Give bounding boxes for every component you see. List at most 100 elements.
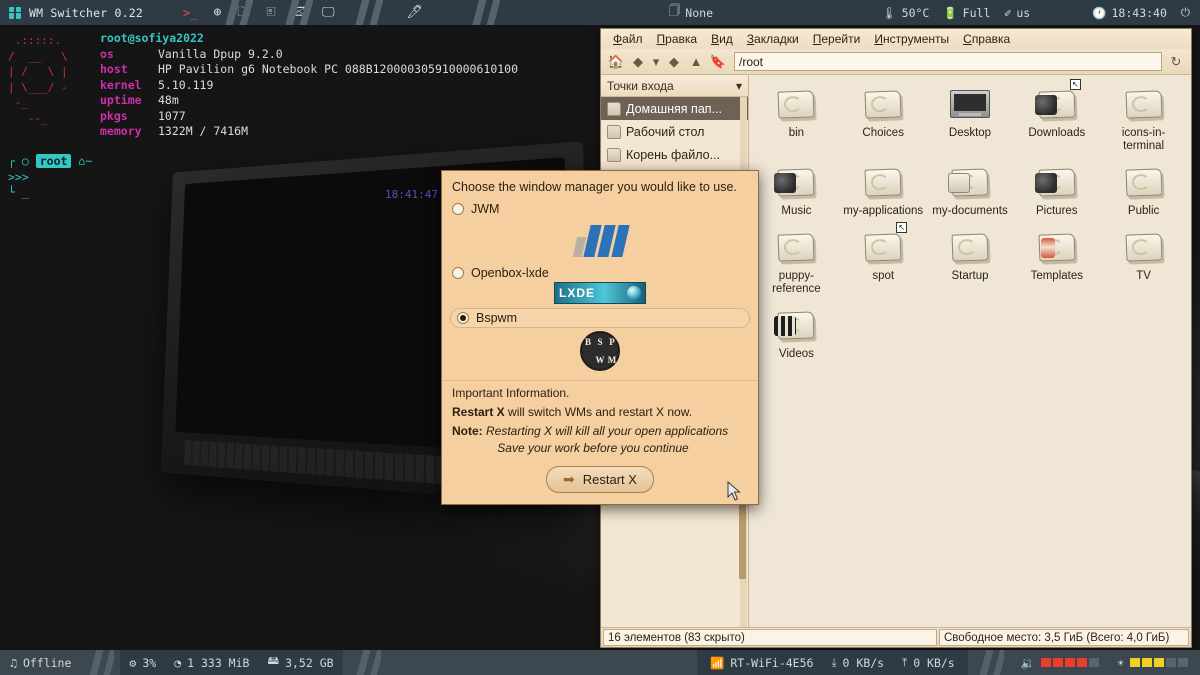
reload-icon[interactable]: ↻ bbox=[1165, 51, 1187, 73]
power-button[interactable]: ⏻ bbox=[1174, 0, 1200, 25]
files-launcher-icon[interactable]: 🗀 bbox=[237, 6, 250, 19]
history-dropdown-icon[interactable]: ▾ bbox=[649, 51, 663, 73]
feather-launcher-icon[interactable]: 🖊 bbox=[407, 6, 424, 19]
file-item[interactable]: bin bbox=[753, 81, 840, 159]
option-row-openbox-lxde[interactable]: Openbox-lxde bbox=[442, 264, 758, 280]
option-row-bspwm[interactable]: Bspwm bbox=[450, 308, 750, 328]
sidebar-item-label: Рабочий стол bbox=[626, 124, 705, 139]
file-item[interactable]: Pictures bbox=[1013, 159, 1100, 224]
keyboard-indicator[interactable]: ✐ us bbox=[997, 0, 1037, 25]
forward-icon[interactable]: ◆ bbox=[663, 51, 685, 73]
radio-bspwm[interactable] bbox=[457, 312, 469, 324]
power-icon: ⏻ bbox=[1180, 5, 1190, 19]
folder-icon bbox=[861, 163, 905, 203]
file-item[interactable]: ↖ spot bbox=[840, 222, 927, 302]
desktop-folder-icon bbox=[607, 124, 621, 139]
brightness-level-bars[interactable] bbox=[1130, 658, 1188, 667]
volume-level-bars[interactable] bbox=[1041, 658, 1100, 667]
file-item[interactable]: Music bbox=[753, 159, 840, 224]
terminal-launcher-icon[interactable]: >_ bbox=[183, 7, 197, 19]
download-indicator[interactable]: ⤓ 0 KB/s bbox=[822, 655, 893, 670]
music-indicator[interactable]: ♫ Offline bbox=[0, 656, 80, 670]
clock-indicator[interactable]: 🕐 18:43:40 bbox=[1085, 0, 1174, 25]
file-item[interactable]: Desktop bbox=[927, 81, 1014, 159]
folder-icon bbox=[1122, 85, 1166, 125]
menu-item-вид[interactable]: Вид bbox=[705, 31, 739, 47]
display-launcher-icon[interactable]: 🖵 bbox=[322, 6, 335, 19]
neofetch-row: uptime 48m bbox=[100, 93, 518, 109]
disk-indicator[interactable]: 🖴 3,52 GB bbox=[258, 653, 342, 672]
menu-item-файл[interactable]: Файл bbox=[607, 31, 649, 47]
chevron-down-icon[interactable]: ▾ bbox=[736, 79, 742, 93]
file-item[interactable]: my-applications bbox=[840, 159, 927, 224]
wm-switcher-dialog[interactable]: Choose the window manager you would like… bbox=[441, 170, 759, 505]
file-item-label: my-documents bbox=[932, 205, 1008, 217]
neofetch-value: 1322M / 7416M bbox=[158, 124, 249, 138]
menu-item-справка[interactable]: Справка bbox=[957, 31, 1016, 47]
wifi-indicator[interactable]: 📶 RT-WiFi-4E56 bbox=[701, 656, 822, 670]
memory-indicator[interactable]: ◔ 1 333 MiB bbox=[165, 656, 258, 670]
file-item[interactable]: Templates bbox=[1013, 224, 1100, 302]
folder-icon bbox=[774, 85, 818, 125]
file-item[interactable]: Videos bbox=[753, 302, 840, 367]
neofetch-key: memory bbox=[100, 124, 142, 138]
file-item[interactable]: Choices bbox=[840, 81, 927, 159]
temperature-indicator[interactable]: 🌡 50°C bbox=[875, 0, 936, 25]
editor-launcher-icon[interactable]: 🗉 bbox=[266, 6, 276, 19]
menu-item-закладки[interactable]: Закладки bbox=[741, 31, 805, 47]
file-manager-toolbar: 🏠 ◆ ▾ ◆ ▲ 🔖 /root ↻ bbox=[601, 49, 1191, 75]
brightness-indicator[interactable]: ☀ bbox=[1108, 656, 1200, 670]
file-item-label: puppy-reference bbox=[772, 270, 821, 295]
neofetch-row: os Vanilla Dpup 9.2.0 bbox=[100, 47, 518, 63]
battery-indicator[interactable]: 🔋 Full bbox=[936, 0, 997, 25]
file-item[interactable]: ↖ Downloads bbox=[1013, 79, 1100, 159]
wifi-label: RT-WiFi-4E56 bbox=[730, 655, 814, 670]
file-item-label: bin bbox=[788, 127, 805, 139]
sidebar-item[interactable]: Корень файло... bbox=[601, 143, 748, 166]
radio-jwm[interactable] bbox=[452, 203, 464, 215]
file-item[interactable]: TV bbox=[1100, 224, 1187, 302]
file-item-label: Templates bbox=[1030, 270, 1083, 282]
radio-openbox-lxde[interactable] bbox=[452, 267, 464, 279]
bookmark-icon[interactable]: 🔖 bbox=[707, 51, 729, 73]
file-list-pane[interactable]: bin Choices Desktop ↖ Downloads icons-in-term… bbox=[749, 75, 1191, 627]
menu-item-перейти[interactable]: Перейти bbox=[807, 31, 867, 47]
battery-label: Full bbox=[962, 5, 991, 20]
clock-icon: 🕐 bbox=[1092, 5, 1107, 20]
option-row-jwm[interactable]: JWM bbox=[442, 200, 758, 216]
file-item-label: icons-in-terminal bbox=[1121, 127, 1166, 152]
brightness-icon: ☀ bbox=[1117, 655, 1124, 670]
neofetch-value: 48m bbox=[158, 93, 179, 107]
file-item[interactable]: my-documents bbox=[927, 159, 1014, 224]
up-icon[interactable]: ▲ bbox=[685, 51, 707, 73]
menu-item-инструменты[interactable]: Инструменты bbox=[868, 31, 955, 47]
level-bar bbox=[1089, 658, 1100, 667]
file-item[interactable]: icons-in-terminal bbox=[1100, 81, 1187, 159]
file-item[interactable]: Public bbox=[1100, 159, 1187, 224]
restart-x-button[interactable]: ➡ Restart X bbox=[546, 466, 654, 493]
upload-indicator[interactable]: ⤒ 0 KB/s bbox=[893, 655, 964, 670]
home-icon[interactable]: 🏠 bbox=[605, 51, 627, 73]
sidebar-item[interactable]: Рабочий стол bbox=[601, 120, 748, 143]
volume-indicator[interactable]: 🔉 bbox=[1012, 656, 1108, 670]
back-icon[interactable]: ◆ bbox=[627, 51, 649, 73]
path-input[interactable]: /root bbox=[734, 52, 1162, 71]
file-manager-menubar: Файл Правка Вид Закладки Перейти Инструменты С… bbox=[601, 29, 1191, 49]
cpu-indicator[interactable]: ⚙ 3% bbox=[120, 656, 165, 670]
browser-launcher-icon[interactable]: ⊕ bbox=[213, 6, 221, 19]
neofetch-userhost: root@sofiya2022 bbox=[100, 31, 204, 45]
layout-indicator[interactable]: 🗍 None bbox=[662, 0, 720, 25]
menu-item-правка[interactable]: Правка bbox=[651, 31, 704, 47]
folder-icon bbox=[774, 163, 818, 203]
sidebar-item[interactable]: Домашняя пап... bbox=[601, 97, 748, 120]
keyboard-icon: ✐ bbox=[1004, 5, 1012, 20]
file-item[interactable]: puppy-reference bbox=[753, 224, 840, 302]
sidebar-header[interactable]: Точки входа ▾ bbox=[601, 75, 748, 97]
puppy-ascii-art: .:::::. / __ \ | / \ | | \___/ - -_ --_ bbox=[8, 34, 68, 125]
top-panel: WM Switcher 0.22 >_ ⊕ 🗀 🗉 🖾 🖵 🖊 🗍 None 🌡… bbox=[0, 0, 1200, 25]
file-item[interactable]: Startup bbox=[927, 224, 1014, 302]
image-launcher-icon[interactable]: 🖾 bbox=[292, 6, 306, 19]
disk-label: 3,52 GB bbox=[285, 655, 334, 670]
arrow-right-icon: ➡ bbox=[563, 471, 575, 487]
memory-label: 1 333 MiB bbox=[187, 655, 250, 670]
